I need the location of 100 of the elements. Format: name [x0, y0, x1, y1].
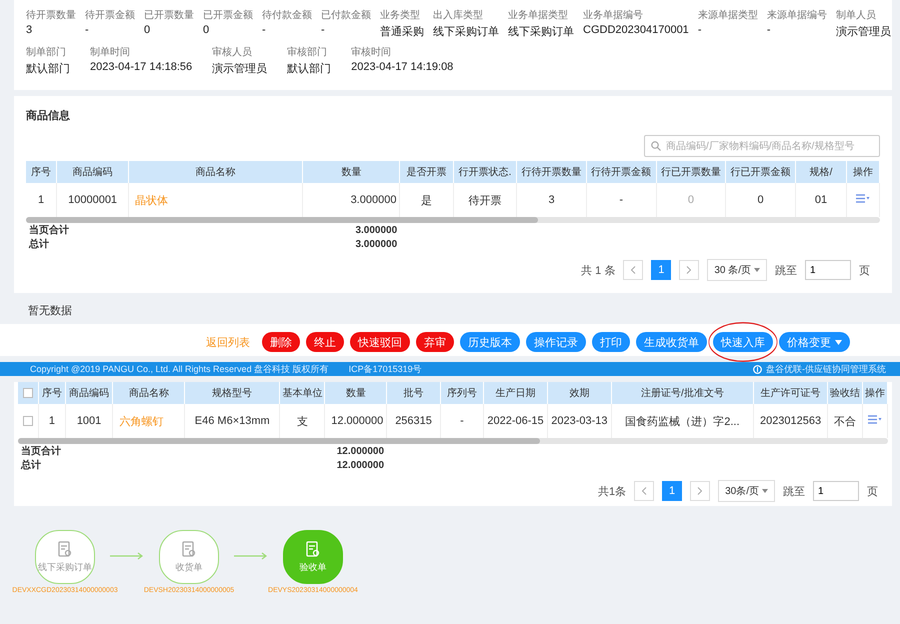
action-button[interactable]: 删除	[262, 332, 300, 352]
action-button[interactable]: 生成收货单	[636, 332, 707, 352]
page-input[interactable]: 1	[813, 481, 859, 501]
jump-label: 跳至	[775, 264, 797, 278]
table-cell: 0	[688, 194, 694, 206]
table-cell: 10000001	[68, 194, 118, 206]
table-cell: E46 M6×13mm	[194, 415, 270, 427]
chevron-left-icon	[630, 266, 636, 274]
empty-message: 暂无数据	[27, 304, 73, 318]
column-header: 商品名称	[128, 388, 169, 399]
product-name-link[interactable]: 晶状体	[134, 194, 168, 206]
field-value: 线下采购订单	[508, 25, 574, 39]
select-all-checkbox[interactable]	[23, 388, 34, 398]
total-label: 总计	[21, 460, 41, 471]
page-size-select[interactable]: 30 条/页	[707, 259, 767, 281]
prev-page-button[interactable]	[634, 481, 654, 501]
flow-node[interactable]: 收货单	[159, 530, 219, 584]
document-icon	[182, 540, 196, 556]
column-header: 注册证号/批准文号	[641, 388, 724, 399]
column-header: 规格型号	[212, 388, 252, 399]
menu-icon[interactable]	[868, 415, 882, 424]
field-value: 线下采购订单	[433, 25, 499, 39]
field-value: -	[262, 24, 267, 36]
total-count: 共 1 条	[581, 264, 616, 278]
back-link[interactable]: 返回列表	[200, 332, 256, 352]
row-checkbox[interactable]	[23, 416, 34, 426]
horizontal-scrollbar[interactable]	[18, 438, 888, 444]
column-header: 序号	[42, 388, 62, 399]
column-header: 行待开票数量	[522, 167, 582, 178]
column-header: 操作	[865, 388, 886, 399]
page-input[interactable]: 1	[805, 260, 851, 280]
action-button[interactable]: 操作记录	[526, 332, 586, 352]
menu-icon[interactable]	[856, 194, 870, 203]
column-header: 行已开票金额	[730, 167, 791, 178]
flow-arrow	[110, 552, 144, 560]
table-cell: 256315	[395, 415, 432, 427]
field-label: 业务单据编号	[583, 8, 644, 22]
horizontal-scrollbar[interactable]	[26, 217, 880, 223]
total-value: 3.000000	[355, 224, 398, 236]
column-header: 规格/	[810, 167, 832, 178]
field-value: -	[698, 24, 702, 36]
field-label: 制单部门	[26, 46, 67, 59]
flow-node[interactable]: 线下采购订单	[35, 530, 95, 584]
column-header: 商品编码	[72, 167, 113, 178]
flow-node[interactable]: 验收单	[283, 530, 343, 584]
field-label: 来源单据类型	[698, 8, 758, 22]
caret-icon	[754, 268, 760, 272]
search-icon	[651, 141, 661, 151]
action-button[interactable]: 终止	[306, 332, 344, 352]
action-button[interactable]: 弃审	[416, 332, 454, 352]
column-header: 操作	[853, 167, 874, 178]
field-label: 来源单据编号	[766, 8, 827, 22]
page-size-select[interactable]: 30条/页	[718, 480, 775, 502]
next-page-button[interactable]	[690, 481, 710, 501]
field-value: 演示管理员	[212, 62, 268, 76]
table-cell: -	[460, 415, 464, 427]
column-header: 批号	[404, 388, 424, 399]
column-header: 行开票状态.	[458, 167, 512, 178]
column-header: 效期	[569, 388, 590, 399]
field-label: 已付款金额	[321, 8, 371, 22]
chevron-right-icon	[697, 487, 704, 495]
page-button[interactable]: 1	[651, 260, 672, 280]
document-icon	[306, 540, 320, 556]
column-header: 商品编码	[69, 388, 110, 399]
action-button[interactable]: 打印	[592, 332, 630, 352]
page-button[interactable]: 1	[662, 481, 682, 501]
field-value: 2023-04-17 14:18:56	[90, 61, 192, 73]
field-value: 默认部门	[287, 62, 332, 76]
icp-text: ICP备17015319号	[348, 362, 422, 376]
table-cell: 12.000000	[331, 415, 384, 427]
prev-page-button[interactable]	[623, 260, 644, 280]
table-cell: 国食药监械（进）字2...	[625, 416, 740, 428]
field-value: 3	[26, 24, 34, 36]
column-header: 序列号	[446, 388, 477, 399]
field-value: 0	[203, 24, 210, 36]
jump-label: 跳至	[783, 484, 805, 498]
product-name-link[interactable]: 六角螺钉	[119, 416, 164, 428]
table-cell: 是	[421, 194, 432, 206]
table-cell: 支	[296, 416, 308, 428]
action-button[interactable]: 快速入库	[713, 332, 773, 352]
field-value: 演示管理员	[836, 24, 891, 39]
table-cell: 0	[758, 194, 764, 206]
chevron-right-icon	[686, 266, 692, 274]
next-page-button[interactable]	[679, 260, 700, 280]
table-cell: 3.000000	[350, 194, 396, 206]
table-cell: 1001	[76, 415, 102, 427]
system-name: 盘谷优联-供应链协同管理系统	[766, 362, 886, 376]
document-icon	[58, 540, 72, 556]
action-button[interactable]: 价格变更	[779, 332, 850, 352]
action-button[interactable]: 快速驳回	[350, 332, 410, 352]
column-header: 行已开票数量	[660, 167, 721, 178]
table-cell: 2022-06-15	[487, 415, 544, 427]
column-header: 基本单位	[282, 388, 322, 399]
table-cell: 2023012563	[760, 415, 822, 427]
section-title: 商品信息	[26, 108, 70, 123]
field-label: 待开票金额	[85, 8, 135, 22]
table-cell: 1	[48, 415, 56, 427]
field-value: 普通采购	[380, 24, 424, 39]
action-button[interactable]: 历史版本	[460, 332, 520, 352]
field-value: 默认部门	[26, 62, 70, 76]
